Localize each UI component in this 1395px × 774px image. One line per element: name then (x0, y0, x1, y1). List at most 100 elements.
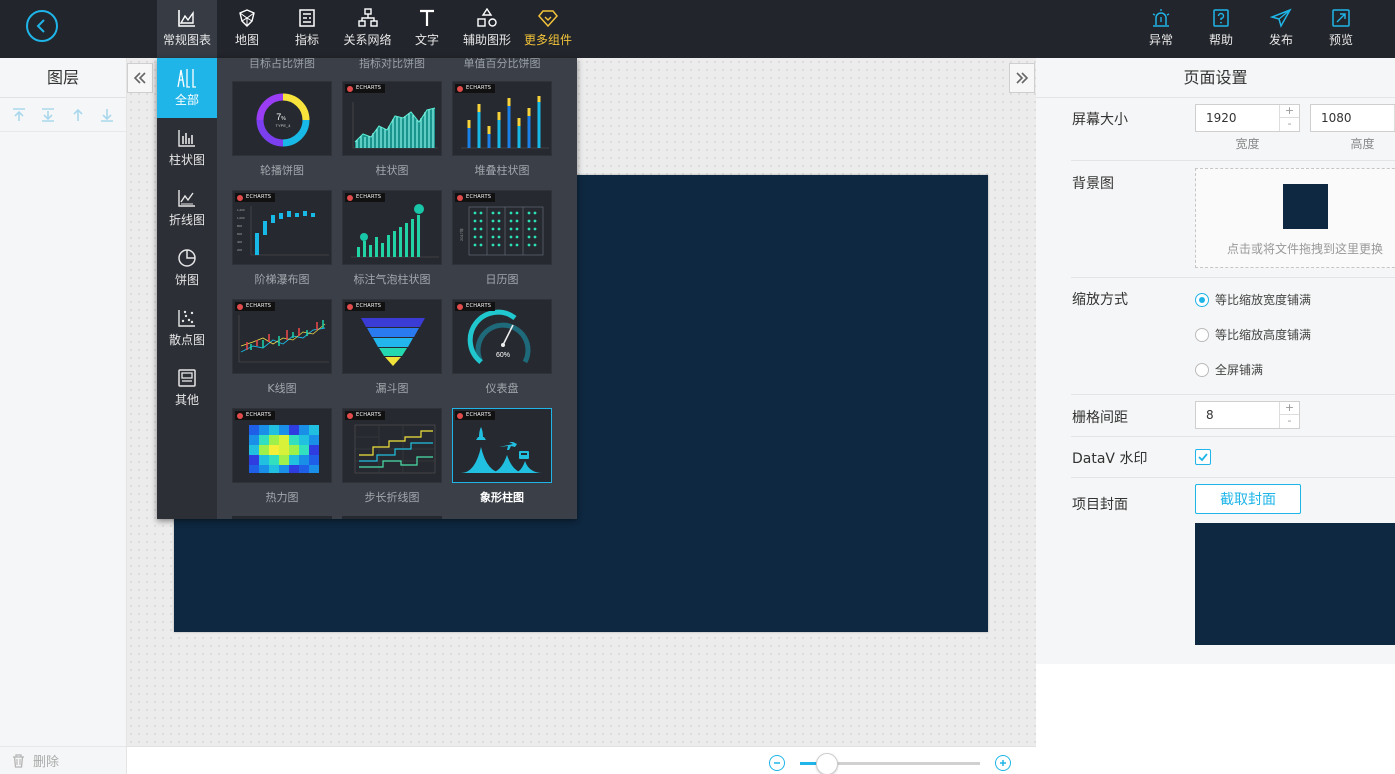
component-item[interactable]: ECHARTS 2017年 日历图 (452, 190, 552, 287)
width-decrement[interactable]: - (1280, 118, 1299, 131)
radio-label: 全屏铺满 (1215, 363, 1264, 377)
collapse-settings-button[interactable] (1009, 63, 1035, 93)
funnel-thumb (361, 318, 425, 366)
component-item[interactable]: ECHARTS 柱状图 (342, 81, 442, 178)
component-thumb[interactable]: ECHARTS (342, 81, 442, 156)
screen-size-label: 屏幕大小 (1072, 112, 1128, 128)
toolbar-label: 预览 (1328, 33, 1353, 47)
component-thumb[interactable]: ECHARTS (232, 408, 332, 483)
component-grid: 目标占比饼图 指标对比饼图 单值百分比饼图 7% TYPE_4 轮播饼图 ECH… (217, 58, 577, 519)
category-bar[interactable]: 柱状图 (157, 118, 217, 178)
toolbar-label: 地图 (234, 33, 259, 47)
scale-option-width[interactable]: 等比缩放宽度铺满 (1195, 291, 1311, 308)
component-item[interactable]: ECHARTS 步长折线图 (342, 408, 442, 505)
echarts-badge: ECHARTS (455, 193, 496, 202)
toolbar-network[interactable]: 关系网络 (340, 0, 395, 58)
ring-sub: TYPE_4 (276, 123, 292, 128)
watermark-checkbox[interactable] (1195, 449, 1211, 465)
zoom-thumb[interactable] (816, 753, 838, 774)
zoom-slider[interactable] (800, 753, 980, 774)
component-label: 仪表盘 (485, 382, 519, 395)
component-item[interactable]: ECHARTS K线图 (232, 299, 332, 396)
width-input[interactable]: 1920 + - (1195, 104, 1300, 132)
toolbar-text[interactable]: 文字 (405, 0, 449, 58)
component-item[interactable]: ECHARTS 象形柱图 (452, 408, 552, 505)
grid-spacing-label: 栅格间距 (1072, 410, 1128, 426)
radio-dot[interactable] (1195, 327, 1209, 342)
toolbar-publish[interactable]: 发布 (1261, 0, 1301, 58)
component-item[interactable]: ECHARTS 1,200 1,000 800 600 400 200 阶梯瀑布图 (232, 190, 332, 287)
grid-spacing-input[interactable]: 8 + - (1195, 401, 1300, 429)
toolbar-map[interactable]: 地图 (222, 0, 272, 58)
toolbar-regular-charts[interactable]: 常规图表 (157, 0, 217, 58)
component-thumb[interactable]: ECHARTS 2017年 (452, 190, 552, 265)
radio-label: 等比缩放高度铺满 (1215, 328, 1312, 342)
category-line[interactable]: 折线图 (157, 178, 217, 238)
category-other[interactable]: 其他 (157, 358, 217, 418)
collapse-layers-button[interactable] (127, 63, 153, 93)
move-up-button[interactable] (69, 106, 87, 124)
category-all[interactable]: 全部 (157, 58, 217, 118)
component-item[interactable]: ECHARTS 标注气泡柱状图 (342, 190, 442, 287)
height-input[interactable]: 1080 + - (1310, 104, 1395, 132)
toolbar-label: 常规图表 (162, 33, 211, 47)
component-thumb[interactable]: ECHARTS (452, 408, 552, 483)
cover-label: 项目封面 (1072, 497, 1128, 513)
component-label: 堆叠柱状图 (474, 164, 530, 177)
component-thumb[interactable]: ECHARTS (452, 81, 552, 156)
top-toolbar: 常规图表 地图 指标 关系网络 文字 辅助图形 更多组件 异常 帮助 发布 预览 (0, 0, 1395, 58)
component-thumb[interactable]: ECHARTS 1,200 1,000 800 600 400 200 (232, 190, 332, 265)
move-top-button[interactable] (10, 106, 28, 124)
move-top-icon (12, 107, 25, 121)
background-preview (1283, 184, 1328, 229)
component-item[interactable]: ECHARTS 漏斗图 (342, 299, 442, 396)
partial-thumb (342, 516, 442, 519)
zoom-in-button[interactable] (995, 755, 1011, 771)
component-thumb[interactable]: ECHARTS (232, 299, 332, 374)
component-item[interactable]: ECHARTS 热力图 (232, 408, 332, 505)
back-button[interactable] (26, 10, 58, 42)
scale-option-height[interactable]: 等比缩放高度铺满 (1195, 326, 1311, 343)
partial-label: 指标对比饼图 (359, 58, 425, 70)
component-label: K线图 (267, 382, 297, 395)
toolbar-preview[interactable]: 预览 (1321, 0, 1361, 58)
delete-layer-button[interactable]: 删除 (0, 746, 126, 774)
component-label: 柱状图 (375, 164, 409, 177)
scale-mode-label: 缩放方式 (1072, 292, 1128, 308)
ring-pie-thumb: 7% TYPE_4 (256, 93, 310, 147)
zoom-out-button[interactable] (769, 755, 785, 771)
toolbar-help[interactable]: 帮助 (1201, 0, 1241, 58)
background-upload[interactable]: 点击或将文件拖拽到这里更换 (1195, 168, 1395, 268)
component-label: 热力图 (265, 491, 299, 504)
radio-dot[interactable] (1195, 362, 1209, 377)
scale-option-full[interactable]: 全屏铺满 (1195, 361, 1263, 378)
category-pie[interactable]: 饼图 (157, 238, 217, 298)
capture-cover-button[interactable]: 截取封面 (1195, 484, 1301, 514)
chevron-left-icon (36, 19, 45, 33)
radio-dot[interactable] (1195, 292, 1209, 307)
pie-chart-icon (178, 249, 196, 267)
toolbar-indicator[interactable]: 指标 (282, 0, 332, 58)
move-bottom-button[interactable] (39, 106, 57, 124)
component-thumb[interactable]: ECHARTS (342, 299, 442, 374)
toolbar-label: 文字 (414, 33, 439, 47)
toolbar-more-components[interactable]: 更多组件 (520, 0, 576, 58)
toolbar-shapes[interactable]: 辅助图形 (459, 0, 515, 58)
component-thumb[interactable]: 7% TYPE_4 (232, 81, 332, 156)
move-down-button[interactable] (98, 106, 116, 124)
category-scatter[interactable]: 散点图 (157, 298, 217, 358)
component-item[interactable]: 7% TYPE_4 轮播饼图 (232, 81, 332, 178)
component-thumb[interactable]: ECHARTS (342, 408, 442, 483)
minus-icon (774, 762, 780, 764)
component-item[interactable]: ECHARTS 堆叠柱状图 (452, 81, 552, 178)
stacked-bar-thumb (461, 96, 549, 149)
component-label: 标注气泡柱状图 (353, 273, 431, 286)
toolbar-alarm[interactable]: 异常 (1141, 0, 1181, 58)
svg-text:800: 800 (237, 224, 242, 228)
component-thumb[interactable]: ECHARTS (342, 190, 442, 265)
component-item[interactable]: ECHARTS 60% 仪表盘 (452, 299, 552, 396)
grid-decrement[interactable]: - (1280, 415, 1299, 428)
echarts-badge: ECHARTS (235, 411, 276, 420)
pictorial-bar-thumb (461, 427, 543, 473)
component-thumb[interactable]: ECHARTS 60% (452, 299, 552, 374)
